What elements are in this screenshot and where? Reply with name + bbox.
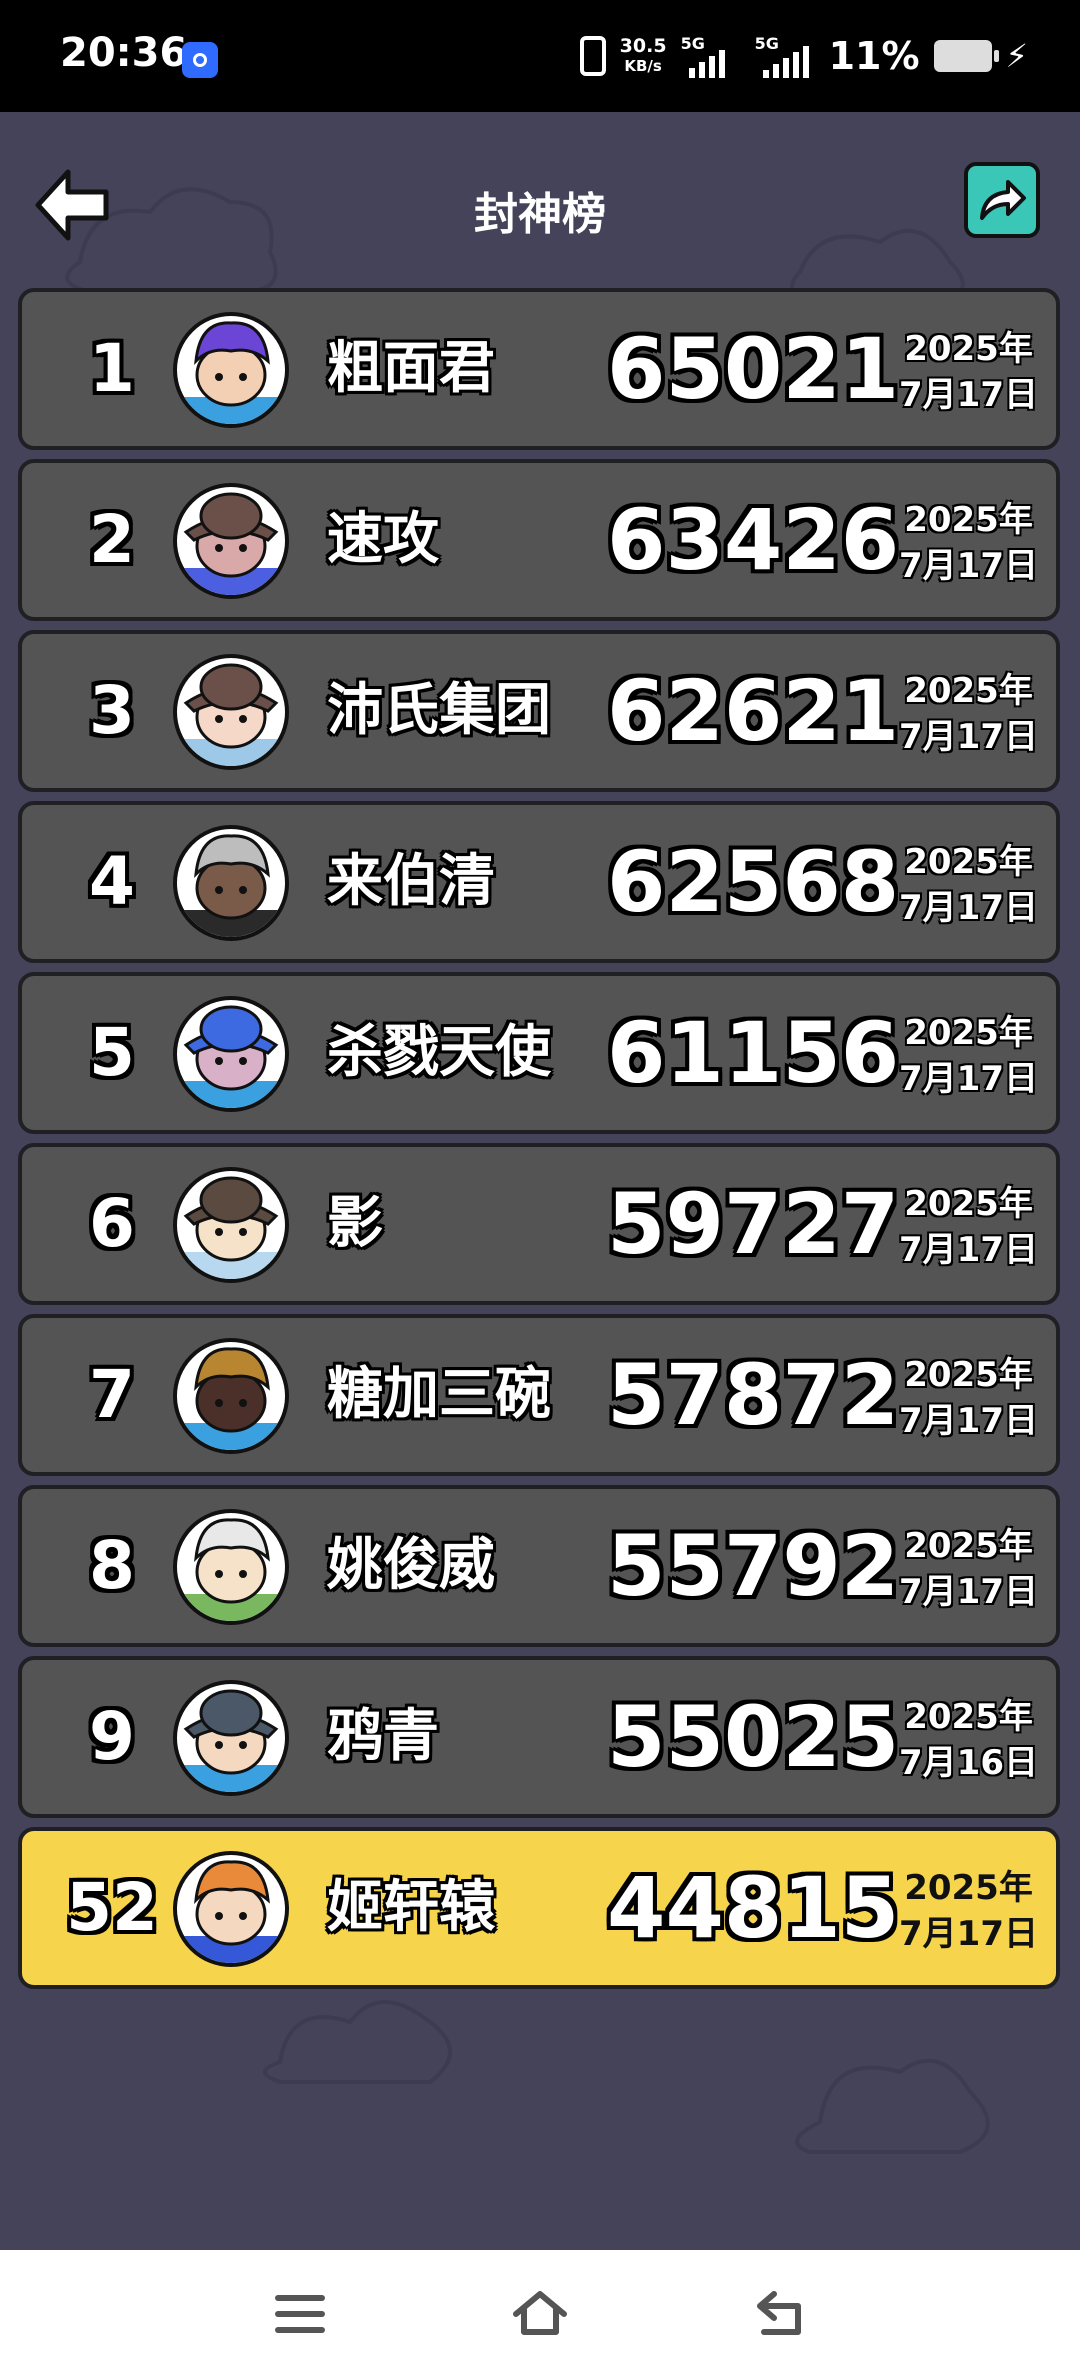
hotspot-notification-icon [182, 42, 218, 78]
rank-number: 52 [66, 1869, 158, 1946]
top-bar: 封神榜 [0, 112, 1080, 288]
rank-number: 4 [89, 843, 135, 920]
player-avatar [172, 311, 290, 429]
player-name: 粗面君 [327, 336, 495, 401]
player-name: 姚俊威 [327, 1533, 495, 1598]
player-score: 57872 [607, 1346, 900, 1444]
player-score: 55025 [607, 1688, 900, 1786]
leaderboard-row[interactable]: 8 姚俊威 55792 2025年 7月17日 [18, 1485, 1060, 1647]
record-date: 2025年 7月17日 [899, 1355, 1038, 1441]
leaderboard-row[interactable]: 2 速攻 63426 2025年 7月17日 [18, 459, 1060, 621]
battery-icon [933, 40, 999, 72]
signal-icon-sim2: 5G [755, 34, 815, 78]
leaderboard-row[interactable]: 9 鸦青 55025 2025年 7月16日 [18, 1656, 1060, 1818]
player-score: 63426 [607, 491, 900, 589]
player-name: 鸦青 [327, 1704, 439, 1769]
leaderboard-row[interactable]: 5 杀戮天使 61156 2025年 7月17日 [18, 972, 1060, 1134]
player-score: 59727 [607, 1175, 900, 1273]
rank-number: 8 [89, 1527, 135, 1604]
leaderboard-row[interactable]: 4 来伯清 62568 2025年 7月17日 [18, 801, 1060, 963]
rank-number: 3 [89, 672, 135, 749]
system-nav-bar [0, 2250, 1080, 2376]
player-avatar [172, 824, 290, 942]
player-score: 65021 [607, 320, 900, 418]
record-date: 2025年 7月17日 [899, 1184, 1038, 1270]
player-avatar [172, 995, 290, 1113]
player-avatar [172, 482, 290, 600]
back-return-icon[interactable] [750, 2286, 810, 2342]
battery-percent: 11% [828, 34, 920, 78]
network-speed: 30.5 KB/s [619, 35, 667, 75]
record-date: 2025年 7月17日 [899, 842, 1038, 928]
leaderboard-row[interactable]: 1 粗面君 65021 2025年 7月17日 [18, 288, 1060, 450]
player-avatar [172, 1679, 290, 1797]
leaderboard-list[interactable]: 1 粗面君 65021 2025年 7月17日 2 速攻 63426 2025年… [18, 288, 1060, 1998]
menu-lines-icon[interactable] [270, 2286, 330, 2342]
player-score: 62621 [607, 662, 900, 760]
rank-number: 7 [89, 1356, 135, 1433]
player-score: 55792 [607, 1517, 900, 1615]
record-date: 2025年 7月17日 [899, 1526, 1038, 1612]
rank-number: 9 [89, 1698, 135, 1775]
leaderboard-row-self[interactable]: 52 姬轩辕 44815 2025年 7月17日 [18, 1827, 1060, 1989]
leaderboard-row[interactable]: 7 糖加三碗 57872 2025年 7月17日 [18, 1314, 1060, 1476]
player-name: 来伯清 [327, 849, 495, 914]
player-name: 速攻 [327, 507, 439, 572]
player-score: 61156 [607, 1004, 900, 1102]
player-name: 杀戮天使 [327, 1020, 551, 1085]
player-score: 62568 [607, 833, 900, 931]
share-button[interactable] [964, 162, 1040, 238]
player-avatar [172, 1508, 290, 1626]
leaderboard-row[interactable]: 6 影 59727 2025年 7月17日 [18, 1143, 1060, 1305]
status-bar: 20:36 30.5 KB/s 5G 5G 11% ⚡ [0, 0, 1080, 112]
player-avatar [172, 1850, 290, 1968]
leaderboard-row[interactable]: 3 沛氏集团 62621 2025年 7月17日 [18, 630, 1060, 792]
record-date: 2025年 7月17日 [899, 329, 1038, 415]
signal-icon-sim1: 5G [681, 34, 741, 78]
page-title: 封神榜 [474, 189, 606, 240]
player-score: 44815 [607, 1859, 900, 1957]
player-name: 糖加三碗 [327, 1362, 551, 1427]
record-date: 2025年 7月16日 [899, 1697, 1038, 1783]
status-icons: 30.5 KB/s 5G 5G 11% ⚡ [579, 30, 1028, 82]
rank-number: 5 [89, 1014, 135, 1091]
player-avatar [172, 653, 290, 771]
record-date: 2025年 7月17日 [899, 671, 1038, 757]
player-name: 影 [327, 1191, 383, 1256]
record-date: 2025年 7月17日 [899, 500, 1038, 586]
charging-bolt-icon: ⚡ [1005, 37, 1028, 75]
rank-number: 2 [89, 501, 135, 578]
home-icon[interactable] [510, 2286, 570, 2342]
player-name: 沛氏集团 [327, 678, 551, 743]
player-avatar [172, 1166, 290, 1284]
record-date: 2025年 7月17日 [899, 1013, 1038, 1099]
rank-number: 1 [89, 330, 135, 407]
record-date: 2025年 7月17日 [899, 1868, 1038, 1954]
vibrate-icon [579, 36, 606, 76]
rank-number: 6 [89, 1185, 135, 1262]
player-name: 姬轩辕 [327, 1875, 495, 1940]
player-avatar [172, 1337, 290, 1455]
status-time: 20:36 [60, 30, 188, 76]
share-arrow-icon [980, 180, 1026, 220]
